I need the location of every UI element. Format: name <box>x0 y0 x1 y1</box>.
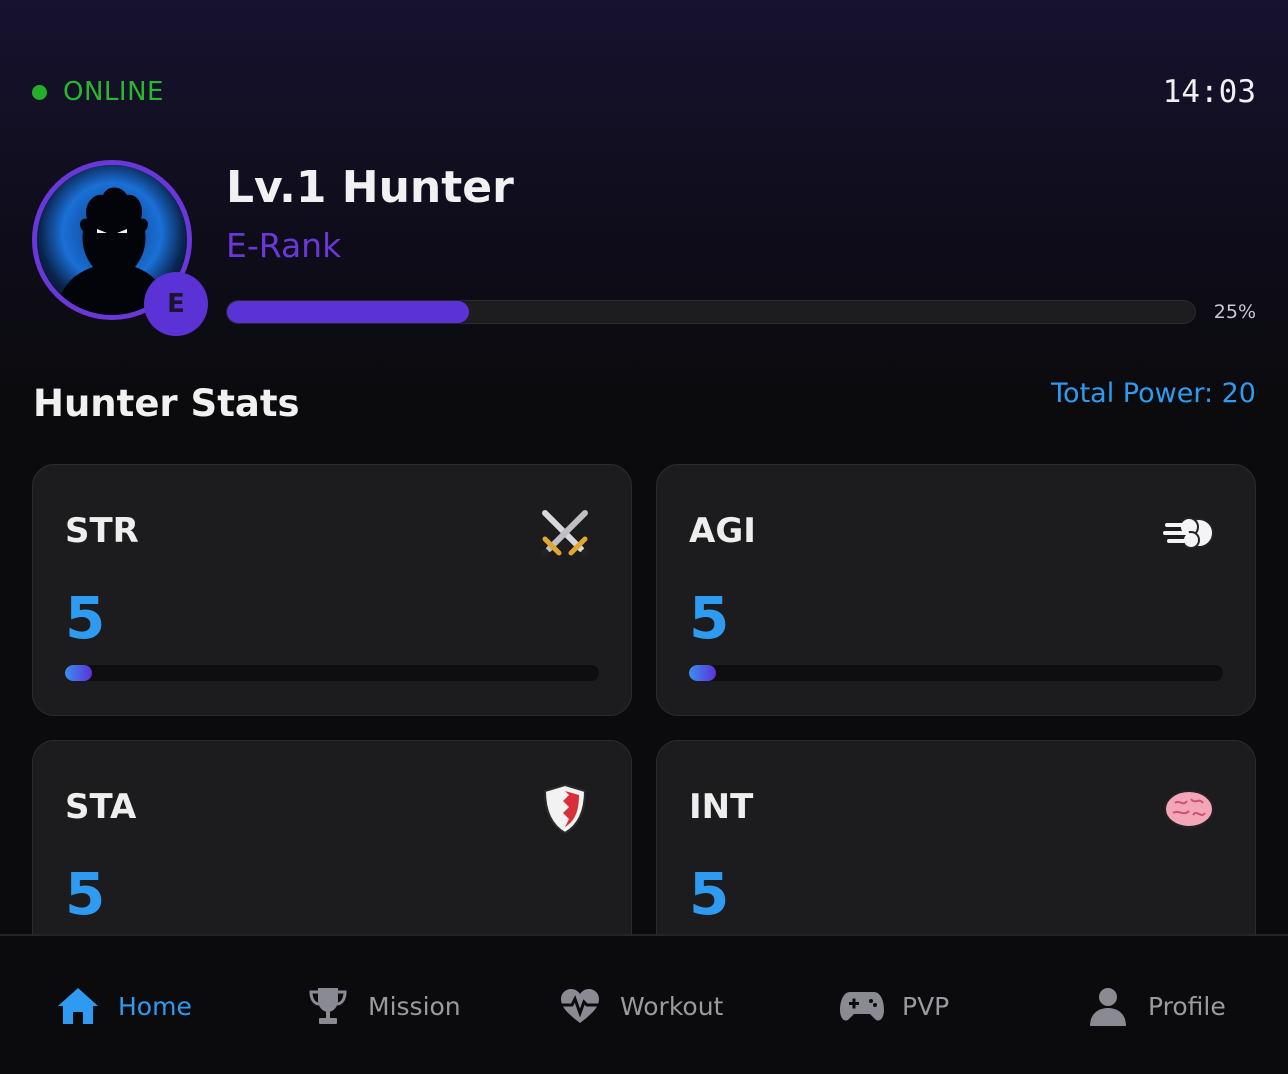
stat-card-str[interactable]: STR 5 <box>32 464 632 716</box>
xp-percent: 25% <box>1213 301 1256 323</box>
stat-bar-track <box>65 665 599 681</box>
stat-value: 5 <box>65 860 106 928</box>
clock: 14:03 <box>1162 74 1256 110</box>
trophy-icon[interactable] <box>306 984 350 1028</box>
stat-value: 5 <box>689 860 730 928</box>
online-label: ONLINE <box>63 77 164 107</box>
hunter-rank: E-Rank <box>226 226 342 265</box>
nav-item-pvp[interactable]: PVP <box>840 982 949 1030</box>
stat-name: STA <box>65 787 137 827</box>
nav-label[interactable]: PVP <box>902 992 949 1021</box>
stat-name: INT <box>689 787 754 827</box>
hunter-level-title: Lv.1 Hunter <box>226 162 514 213</box>
xp-bar-fill <box>227 301 469 323</box>
gamepad-icon[interactable] <box>840 984 884 1028</box>
bottom-nav: Home Mission Workout PVP Profile <box>0 934 1288 1074</box>
stat-value: 5 <box>65 584 106 652</box>
online-status: ONLINE <box>32 77 164 107</box>
nav-item-workout[interactable]: Workout <box>558 982 723 1030</box>
online-dot-icon <box>32 84 47 100</box>
crossed-swords-icon <box>541 510 589 557</box>
status-bar: ONLINE 14:03 <box>32 72 1256 112</box>
brain-icon <box>1164 790 1214 828</box>
home-icon[interactable] <box>56 984 100 1028</box>
user-icon[interactable] <box>1086 984 1130 1028</box>
xp-progress: 25% <box>226 300 1256 324</box>
nav-label[interactable]: Home <box>118 992 192 1021</box>
stat-bar-track <box>689 665 1223 681</box>
nav-label[interactable]: Profile <box>1148 992 1226 1021</box>
dash-wind-icon <box>1163 517 1214 549</box>
nav-item-mission[interactable]: Mission <box>306 982 461 1030</box>
heartbeat-icon[interactable] <box>558 984 602 1028</box>
stat-bar-fill <box>65 665 92 681</box>
stat-name: STR <box>65 511 139 551</box>
total-power: Total Power: 20 <box>1051 378 1256 409</box>
nav-item-profile[interactable]: Profile <box>1086 982 1226 1030</box>
nav-label[interactable]: Workout <box>620 992 723 1021</box>
stat-value: 5 <box>689 584 730 652</box>
hunter-info: Lv.1 Hunter E-Rank 25% <box>226 160 1256 324</box>
stat-card-agi[interactable]: AGI 5 <box>656 464 1256 716</box>
shield-icon <box>543 783 587 835</box>
stat-bar-fill <box>689 665 716 681</box>
avatar-container[interactable]: E <box>32 160 212 340</box>
xp-bar-track <box>226 300 1196 324</box>
nav-item-home[interactable]: Home <box>56 982 192 1030</box>
stat-name: AGI <box>689 511 756 551</box>
nav-label[interactable]: Mission <box>368 992 461 1021</box>
section-title: Hunter Stats <box>33 382 300 425</box>
rank-badge: E <box>144 272 208 336</box>
